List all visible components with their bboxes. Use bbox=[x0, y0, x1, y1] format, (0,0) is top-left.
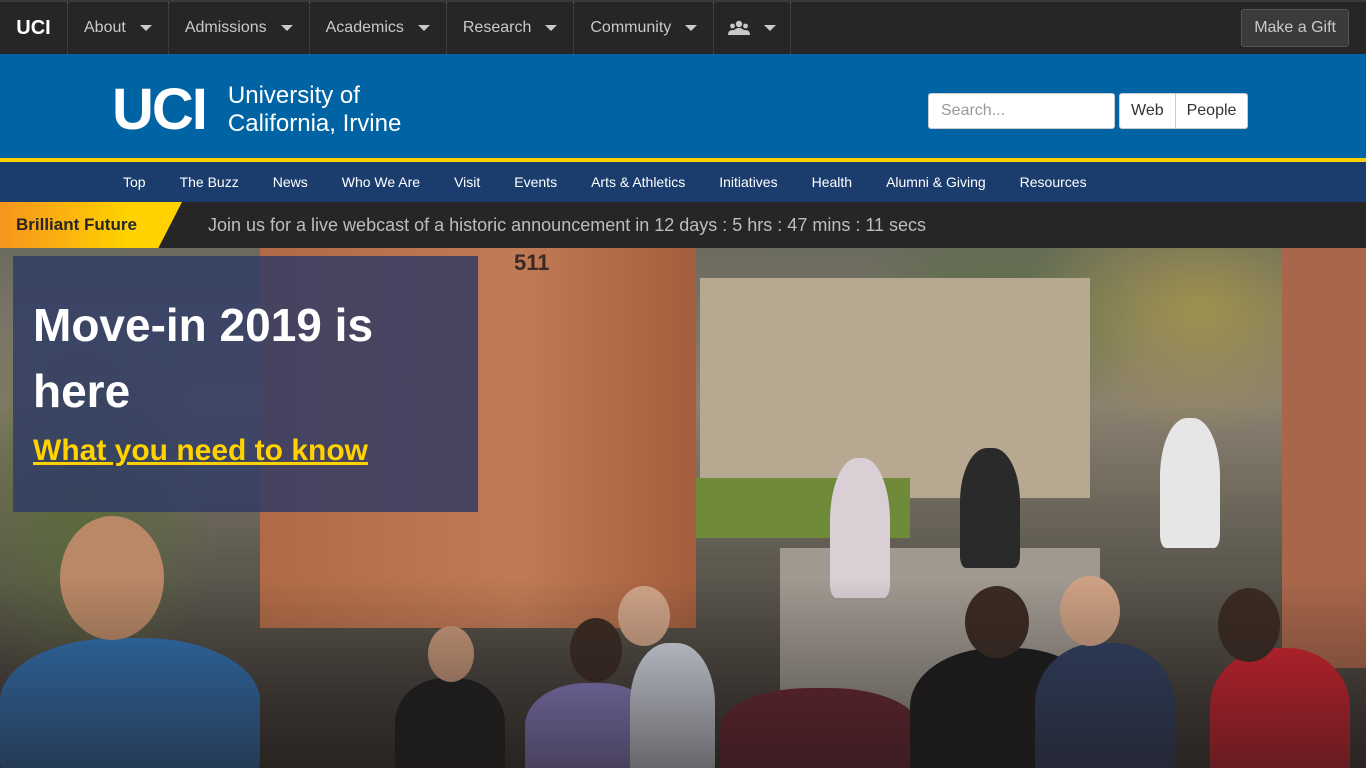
logo-mark: UCI bbox=[112, 77, 208, 142]
nav-alumni-giving[interactable]: Alumni & Giving bbox=[869, 174, 1003, 190]
chevron-down-icon bbox=[280, 25, 293, 31]
nav-top[interactable]: Top bbox=[106, 174, 163, 190]
nav-resources[interactable]: Resources bbox=[1003, 174, 1104, 190]
chevron-down-icon bbox=[417, 25, 430, 31]
chevron-down-icon bbox=[139, 25, 152, 31]
menu-people[interactable] bbox=[714, 2, 792, 54]
search-input[interactable] bbox=[928, 93, 1115, 129]
nav-health[interactable]: Health bbox=[795, 174, 869, 190]
building-number: 511 bbox=[514, 250, 550, 275]
nav-who-we-are[interactable]: Who We Are bbox=[325, 174, 437, 190]
nav-the-buzz[interactable]: The Buzz bbox=[163, 174, 256, 190]
menu-admissions[interactable]: Admissions bbox=[169, 2, 310, 54]
nav-visit[interactable]: Visit bbox=[437, 174, 497, 190]
menu-academics[interactable]: Academics bbox=[310, 2, 447, 54]
chevron-down-icon bbox=[545, 25, 558, 31]
people-icon bbox=[728, 20, 751, 35]
nav-arts-athletics[interactable]: Arts & Athletics bbox=[574, 174, 702, 190]
uci-logo[interactable]: UCI University of California, Irvine bbox=[112, 77, 401, 142]
announcement-message[interactable]: Join us for a live webcast of a historic… bbox=[208, 202, 926, 248]
menu-academics-label: Academics bbox=[325, 19, 404, 36]
hero-background-wall bbox=[700, 278, 1090, 498]
make-a-gift-button[interactable]: Make a Gift bbox=[1241, 9, 1349, 47]
menu-research-label: Research bbox=[462, 19, 532, 36]
search-scope-toggle: Web People bbox=[1119, 93, 1249, 129]
logo-line-2: California, Irvine bbox=[227, 110, 402, 137]
menu-community-label: Community bbox=[590, 19, 672, 36]
hero-crowd-shadow bbox=[0, 578, 1366, 768]
menu-about[interactable]: About bbox=[68, 2, 169, 54]
nav-events[interactable]: Events bbox=[497, 174, 574, 190]
chevron-down-icon bbox=[685, 25, 698, 31]
nav-initiatives[interactable]: Initiatives bbox=[702, 174, 794, 190]
announcement-tag[interactable]: Brilliant Future bbox=[0, 202, 182, 248]
chevron-down-icon bbox=[764, 25, 777, 31]
hero-title: Move-in 2019 is here bbox=[33, 299, 374, 417]
menu-admissions-label: Admissions bbox=[184, 19, 267, 36]
hero-banner: 511 Move-in 2019 is here What you need t… bbox=[0, 248, 1366, 768]
photo-person bbox=[960, 448, 1020, 568]
logo-wordmark: University of California, Irvine bbox=[228, 82, 401, 138]
utility-bar: UCI About Admissions Academics Research … bbox=[0, 0, 1366, 54]
hero-caption-panel: Move-in 2019 is here What you need to kn… bbox=[13, 256, 478, 512]
search-web-button[interactable]: Web bbox=[1120, 94, 1175, 128]
uci-home-link[interactable]: UCI bbox=[0, 2, 68, 54]
menu-research[interactable]: Research bbox=[447, 2, 575, 54]
logo-line-1: University of bbox=[227, 82, 360, 109]
site-header: UCI University of California, Irvine Web… bbox=[0, 54, 1366, 158]
photo-person bbox=[830, 458, 890, 598]
main-navigation: Top The Buzz News Who We Are Visit Event… bbox=[0, 162, 1366, 202]
photo-person bbox=[1160, 418, 1220, 548]
hero-link[interactable]: What you need to know bbox=[33, 434, 368, 468]
announcement-bar: Brilliant Future Join us for a live webc… bbox=[0, 202, 1366, 248]
menu-about-label: About bbox=[84, 19, 126, 36]
menu-community[interactable]: Community bbox=[574, 2, 715, 54]
search-people-button[interactable]: People bbox=[1174, 94, 1248, 128]
nav-news[interactable]: News bbox=[256, 174, 325, 190]
